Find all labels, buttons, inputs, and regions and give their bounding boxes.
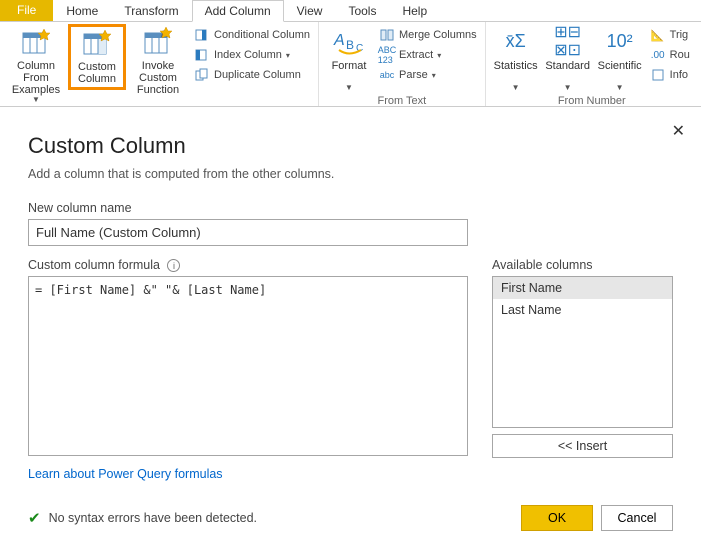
ok-button[interactable]: OK [521, 505, 593, 531]
table-star-icon [20, 26, 52, 58]
trigonometry-button[interactable]: 📐 Trig [648, 26, 692, 44]
information-button[interactable]: Info [648, 66, 692, 84]
ribbon-group-from-text: ABC Format▼ Merge Columns ABC123 Extract… [319, 22, 486, 106]
dialog-subtitle: Add a column that is computed from the o… [28, 167, 673, 181]
tab-home[interactable]: Home [53, 0, 111, 22]
standard-button[interactable]: ⊞⊟⊠⊡ Standard▼ [542, 24, 594, 95]
conditional-icon [194, 27, 210, 43]
column-from-examples-button[interactable]: Column From Examples ▼ [4, 24, 68, 107]
dropdown-icon: ▼ [564, 84, 572, 93]
available-column-item[interactable]: First Name [493, 277, 672, 299]
dropdown-icon: ▾ [432, 71, 436, 80]
index-column-button[interactable]: Index Column ▾ [192, 46, 312, 64]
new-column-name-input[interactable] [28, 219, 468, 246]
available-columns-label: Available columns [492, 258, 673, 272]
dropdown-icon: ▾ [437, 51, 441, 60]
close-button[interactable]: ✕ [672, 121, 685, 141]
conditional-column-button[interactable]: Conditional Column [192, 26, 312, 44]
custom-column-label: Custom Column [73, 61, 121, 85]
info-icon [650, 67, 666, 83]
tab-view[interactable]: View [284, 0, 336, 22]
custom-column-dialog: ✕ Custom Column Add a column that is com… [0, 107, 701, 545]
check-icon: ✔ [28, 509, 41, 527]
dropdown-icon: ▼ [616, 84, 624, 93]
learn-link[interactable]: Learn about Power Query formulas [28, 467, 223, 481]
new-column-name-label: New column name [28, 201, 673, 215]
exponent-icon: 10² [604, 26, 636, 58]
ribbon-group-general: Column From Examples ▼ Custom Column fx … [0, 22, 319, 106]
available-columns-list[interactable]: First Name Last Name [492, 276, 673, 428]
svg-text:A: A [333, 32, 345, 49]
calc-icon: ⊞⊟⊠⊡ [552, 26, 584, 58]
index-icon [194, 47, 210, 63]
merge-columns-button[interactable]: Merge Columns [377, 26, 479, 44]
dropdown-icon: ▾ [286, 51, 290, 60]
statistics-button[interactable]: x̄Σ Statistics▼ [490, 24, 542, 95]
table-fx-icon: fx [142, 26, 174, 58]
round-icon: .00 [650, 47, 666, 63]
ribbon-group-from-number: x̄Σ Statistics▼ ⊞⊟⊠⊡ Standard▼ 10² Scien… [486, 22, 698, 106]
tab-tools[interactable]: Tools [335, 0, 389, 22]
rounding-button[interactable]: .00 Rou [648, 46, 692, 64]
formula-input[interactable] [28, 276, 468, 456]
parse-icon: abc [379, 67, 395, 83]
triangle-icon: 📐 [650, 27, 666, 43]
tab-file[interactable]: File [0, 0, 53, 21]
dropdown-icon: ▼ [32, 96, 40, 105]
merge-icon [379, 27, 395, 43]
duplicate-icon [194, 67, 210, 83]
invoke-custom-function-label: Invoke Custom Function [128, 60, 188, 96]
duplicate-column-button[interactable]: Duplicate Column [192, 66, 312, 84]
syntax-status: ✔ No syntax errors have been detected. [28, 509, 513, 527]
dialog-title: Custom Column [28, 133, 673, 159]
group-label-from-number: From Number [490, 95, 694, 107]
custom-column-button[interactable]: Custom Column [68, 24, 126, 90]
dropdown-icon: ▼ [345, 84, 353, 93]
insert-button[interactable]: << Insert [492, 434, 673, 458]
tab-help[interactable]: Help [389, 0, 440, 22]
svg-text:B: B [346, 38, 354, 52]
extract-icon: ABC123 [379, 47, 395, 63]
format-icon: ABC [333, 26, 365, 58]
column-from-examples-label: Column From Examples [6, 60, 66, 96]
sigma-icon: x̄Σ [500, 26, 532, 58]
parse-button[interactable]: abc Parse ▾ [377, 66, 479, 84]
available-column-item[interactable]: Last Name [493, 299, 672, 321]
dropdown-icon: ▼ [512, 84, 520, 93]
format-button[interactable]: ABC Format▼ [323, 24, 375, 95]
ribbon-tabstrip: File Home Transform Add Column View Tool… [0, 0, 701, 22]
cancel-button[interactable]: Cancel [601, 505, 673, 531]
formula-label: Custom column formula i [28, 258, 468, 272]
tab-transform[interactable]: Transform [111, 0, 191, 22]
scientific-button[interactable]: 10² Scientific▼ [594, 24, 646, 95]
tab-add-column[interactable]: Add Column [192, 0, 284, 22]
invoke-custom-function-button[interactable]: fx Invoke Custom Function [126, 24, 190, 98]
extract-button[interactable]: ABC123 Extract ▾ [377, 46, 479, 64]
group-label-from-text: From Text [323, 95, 481, 107]
table-sparkle-icon [81, 27, 113, 59]
ribbon: Column From Examples ▼ Custom Column fx … [0, 22, 701, 107]
info-icon[interactable]: i [167, 259, 180, 272]
